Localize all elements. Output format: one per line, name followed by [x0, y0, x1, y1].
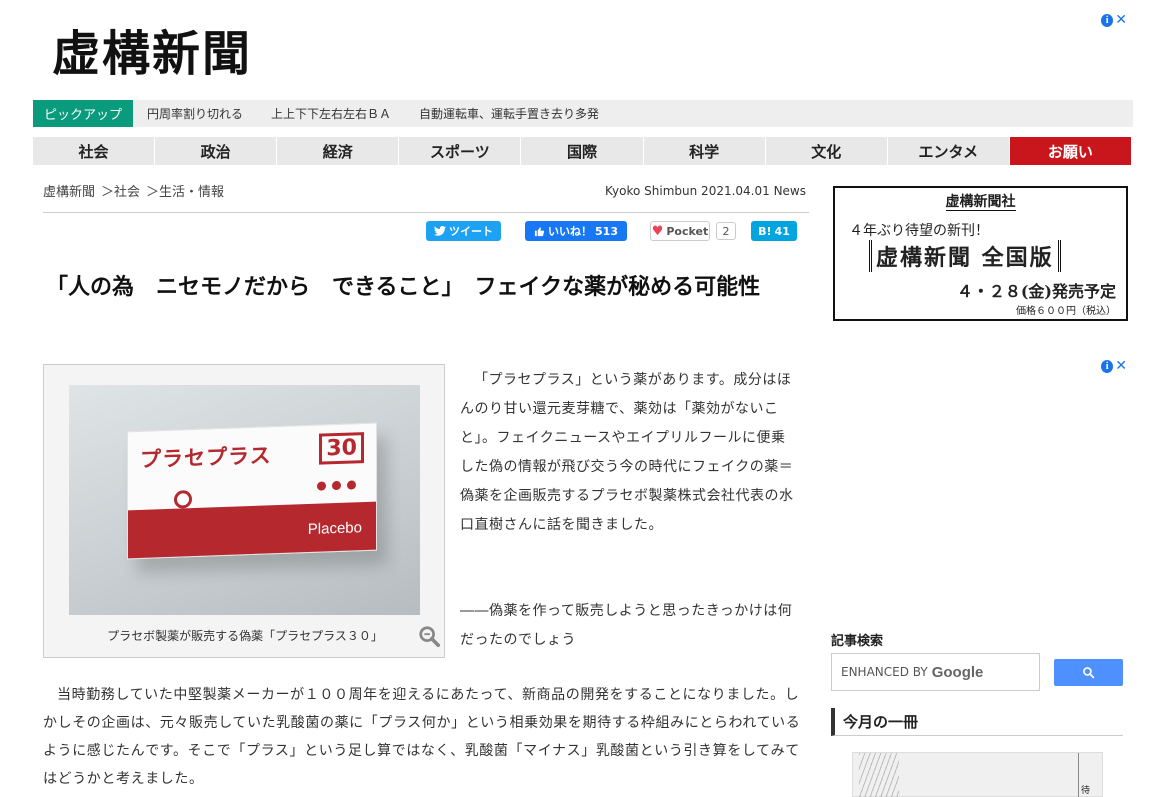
nav-item-culture[interactable]: 文化 — [766, 137, 888, 165]
pickup-link[interactable]: 上上下下左右左右ＢＡ — [271, 105, 391, 122]
divider — [43, 212, 809, 213]
nav-item-entertainment[interactable]: エンタメ — [888, 137, 1010, 165]
adchoices-icon[interactable]: i ✕ — [1101, 358, 1127, 374]
nav-item-sports[interactable]: スポーツ — [399, 137, 522, 165]
product-circle-icon — [174, 490, 192, 509]
ad-publisher-wrap: 虚構新聞社 — [835, 191, 1126, 211]
monthly-book-cover[interactable]: 待 — [852, 752, 1103, 797]
facebook-like-button[interactable]: いいね！ 513 — [525, 221, 627, 241]
hatena-count: 41 — [774, 224, 790, 238]
book-illustration — [859, 753, 899, 797]
breadcrumb-home[interactable]: 虚構新聞 — [43, 181, 95, 200]
ad-tagline: ４年ぶり待望の新刊！ — [849, 223, 989, 239]
pocket-button[interactable]: ♥ Pocket — [650, 221, 710, 241]
tweet-button[interactable]: ツイート — [426, 221, 501, 241]
site-logo[interactable]: 虚構新聞 — [52, 14, 252, 84]
breadcrumb-society[interactable]: ＞社会 — [101, 181, 140, 200]
adchoices-icon[interactable]: i ✕ — [1101, 12, 1127, 28]
nav-item-society[interactable]: 社会 — [33, 137, 156, 165]
category-nav: 社会 政治 経済 スポーツ 国際 科学 文化 エンタメ お願い — [33, 137, 1131, 165]
breadcrumb: 虚構新聞 ＞社会 ＞生活・情報 — [43, 181, 224, 200]
interview-answer: 当時勤務していた中堅製薬メーカーが１００周年を迎えるにあたって、新商品の開発をす… — [43, 687, 801, 787]
product-box-number: 30 — [319, 432, 364, 465]
google-logo: Google — [931, 663, 984, 681]
ad-book-title: 虚構新聞 全国版 — [869, 240, 1061, 272]
nav-item-economy[interactable]: 経済 — [277, 137, 400, 165]
tweet-label: ツイート — [449, 225, 493, 238]
interview-question: ――偽薬を作って販売しようと思ったきっかけは何だったのでしょう — [460, 603, 793, 648]
ad-price: 価格６００円（税込） — [1016, 306, 1116, 317]
pickup-label: ピックアップ — [33, 100, 133, 127]
nav-item-politics[interactable]: 政治 — [155, 137, 278, 165]
article-headline: 「人の為 ニセモノだから できること」 フェイクな薬が秘める可能性 — [46, 275, 761, 300]
article-figure: プラセプラス 30 Placebo プラセボ製薬が販売する偽薬「プラセプラス３０… — [43, 364, 445, 658]
pocket-label: Pocket — [666, 224, 709, 238]
product-box-title: プラセプラス — [140, 443, 272, 472]
search-button[interactable] — [1054, 659, 1123, 686]
monthly-book-heading: 今月の一冊 — [831, 708, 1123, 736]
product-brand: Placebo — [307, 519, 362, 539]
zoom-icon[interactable] — [418, 625, 440, 647]
pickup-bar: ピックアップ 円周率割り切れる 上上下下左右左右ＢＡ 自動運転車、運転手置き去り… — [33, 100, 1133, 127]
figure-caption: プラセボ製薬が販売する偽薬「プラセプラス３０」 — [107, 629, 383, 643]
search-icon — [1083, 667, 1095, 679]
article-lead: 「プラセプラス」という薬があります。成分はほんのり甘い還元麦芽糖で、薬効は「薬効… — [460, 372, 794, 533]
search-placeholder: ENHANCED BY — [841, 665, 928, 679]
pickup-link[interactable]: 自動運転車、運転手置き去り多発 — [419, 105, 599, 122]
breadcrumb-life-info[interactable]: ＞生活・情報 — [146, 181, 224, 200]
hatena-bookmark-button[interactable]: B! 41 — [751, 221, 797, 241]
search-input[interactable]: ENHANCED BY Google — [831, 653, 1040, 691]
article-byline: Kyoko Shimbun 2021.04.01 News — [605, 184, 806, 198]
product-box: プラセプラス 30 Placebo — [127, 422, 377, 560]
like-label: いいね！ — [548, 225, 593, 238]
like-count: 513 — [595, 224, 618, 238]
book-spine: 待 — [1078, 753, 1092, 797]
hatena-icon: B! — [758, 224, 772, 238]
twitter-bird-icon — [434, 226, 446, 236]
product-photo[interactable]: プラセプラス 30 Placebo — [69, 385, 420, 615]
nav-item-science[interactable]: 科学 — [644, 137, 766, 165]
ad-publisher: 虚構新聞社 — [945, 194, 1016, 211]
ad-release-date: ４・２８(金)発売予定 — [956, 282, 1116, 301]
search-title: 記事検索 — [831, 634, 884, 649]
thumbs-up-icon — [534, 226, 545, 236]
product-dots-icon — [317, 480, 356, 491]
pocket-icon: ♥ — [651, 223, 664, 239]
nav-item-international[interactable]: 国際 — [521, 137, 644, 165]
book-ad-banner[interactable]: 虚構新聞社 ４年ぶり待望の新刊！ 虚構新聞 全国版 ４・２８(金)発売予定 価格… — [833, 186, 1128, 321]
nav-item-request[interactable]: お願い — [1009, 137, 1131, 165]
pocket-count: 2 — [716, 222, 736, 240]
pickup-link[interactable]: 円周率割り切れる — [147, 105, 243, 122]
